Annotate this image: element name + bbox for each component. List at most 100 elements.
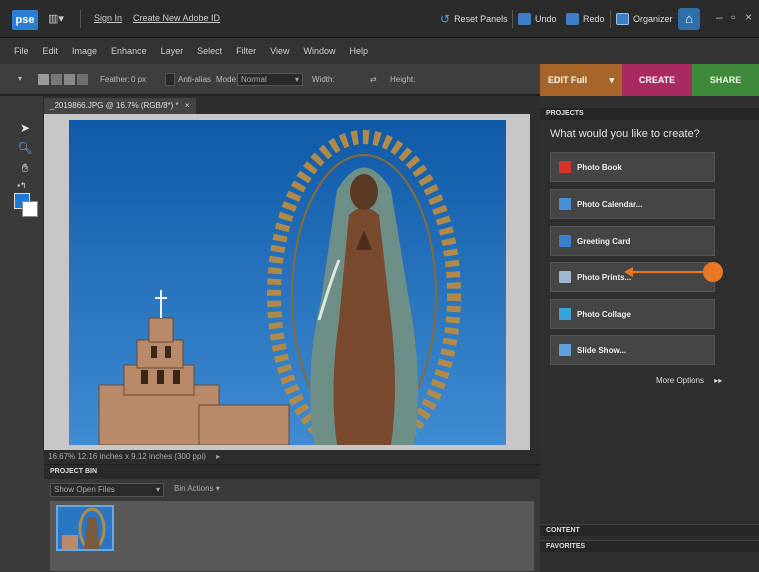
photo-calendar-button[interactable]: Photo Calendar...: [550, 189, 715, 219]
options-chevron-icon[interactable]: ▾: [18, 74, 22, 83]
slideshow-icon: [559, 344, 571, 356]
toolbox: ➤ 🔍︎ ✋︎ ▪↰: [0, 96, 44, 452]
tab-share[interactable]: SHARE: [692, 64, 759, 96]
chevron-down-icon: ▾: [294, 75, 299, 84]
divider: [610, 10, 611, 28]
document-title: _2019866.JPG @ 16.7% (RGB/8*) *: [50, 101, 179, 110]
project-bin-header: PROJECT BIN: [44, 465, 540, 479]
background-color-swatch[interactable]: [22, 201, 38, 217]
organizer-button[interactable]: Organizer: [616, 11, 673, 27]
feather-value[interactable]: 0 px: [131, 75, 146, 84]
intersect-selection-icon[interactable]: [77, 74, 88, 85]
chevron-down-icon: ▾: [215, 484, 220, 493]
close-tab-icon[interactable]: ×: [185, 101, 190, 110]
menu-filter[interactable]: Filter: [236, 46, 256, 56]
hand-tool-icon[interactable]: ✋︎: [17, 160, 33, 176]
status-arrow-icon[interactable]: ▸: [216, 452, 220, 461]
feather-label: Feather:: [100, 75, 130, 84]
photo-book-button[interactable]: Photo Book: [550, 152, 715, 182]
bin-thumbnail-area: [50, 501, 534, 571]
reset-panels-button[interactable]: ↺ Reset Panels: [440, 11, 508, 27]
callout-dot: [703, 262, 723, 282]
menu-select[interactable]: Select: [197, 46, 222, 56]
photo-calendar-label: Photo Calendar...: [577, 199, 643, 209]
more-options-label: More Options: [656, 376, 705, 385]
menu-edit[interactable]: Edit: [43, 46, 59, 56]
menu-image[interactable]: Image: [72, 46, 97, 56]
slide-show-button[interactable]: Slide Show...: [550, 335, 715, 365]
undo-button[interactable]: Undo: [518, 11, 557, 27]
create-adobe-id-link[interactable]: Create New Adobe ID: [133, 13, 220, 23]
mode-value: Normal: [241, 75, 267, 84]
chevron-down-icon: ▾: [609, 74, 614, 85]
tab-edit-label: EDIT Full: [548, 75, 587, 85]
app-logo: pse: [12, 10, 38, 30]
width-label: Width:: [312, 75, 335, 84]
menu-view[interactable]: View: [270, 46, 289, 56]
greeting-card-label: Greeting Card: [577, 236, 631, 246]
thumbnail-image: [58, 507, 112, 549]
document-tab-bar: _2019866.JPG @ 16.7% (RGB/8*) * ×: [44, 96, 540, 114]
divider: [80, 10, 81, 28]
calendar-icon: [559, 198, 571, 210]
add-selection-icon[interactable]: [51, 74, 62, 85]
home-icon[interactable]: ⌂: [678, 8, 700, 30]
mode-label: Mode:: [216, 75, 239, 84]
redo-button[interactable]: Redo: [566, 11, 605, 27]
sign-in-link[interactable]: Sign In: [94, 13, 122, 23]
callout-line: [630, 271, 706, 273]
project-bin: PROJECT BIN Show Open Files ▾ Bin Action…: [44, 464, 540, 572]
bin-actions-label: Bin Actions: [174, 484, 214, 493]
redo-label: Redo: [583, 14, 605, 24]
tab-edit[interactable]: EDIT Full ▾: [540, 64, 622, 96]
menu-layer[interactable]: Layer: [161, 46, 184, 56]
document-tab[interactable]: _2019866.JPG @ 16.7% (RGB/8*) * ×: [44, 98, 196, 114]
content-panel-header[interactable]: CONTENT: [540, 524, 759, 536]
mode-tabs: EDIT Full ▾ CREATE SHARE: [540, 64, 759, 96]
mode-select[interactable]: Normal ▾: [237, 73, 303, 86]
chevron-down-icon: ▾: [155, 485, 160, 494]
zoom-and-size-readout: 16.67% 12.16 inches x 9.12 inches (300 p…: [48, 452, 206, 461]
menu-enhance[interactable]: Enhance: [111, 46, 147, 56]
undo-icon: [518, 13, 531, 25]
tab-create[interactable]: CREATE: [622, 64, 692, 96]
greeting-card-icon: [559, 235, 571, 247]
workspace-menu-icon[interactable]: ▥▾: [48, 12, 70, 26]
title-bar: pse ▥▾ Sign In Create New Adobe ID ↺ Res…: [0, 0, 759, 38]
close-icon[interactable]: ×: [745, 10, 752, 24]
organizer-label: Organizer: [633, 14, 673, 24]
photo-collage-button[interactable]: Photo Collage: [550, 299, 715, 329]
swap-dimensions-icon[interactable]: ⇄: [370, 75, 377, 84]
zoom-tool-icon[interactable]: 🔍︎: [17, 140, 33, 156]
move-tool-icon[interactable]: ➤: [17, 120, 33, 136]
show-files-value: Show Open Files: [54, 485, 115, 494]
reset-icon: ↺: [440, 12, 451, 26]
menu-bar: File Edit Image Enhance Layer Select Fil…: [0, 38, 759, 64]
bin-actions-menu[interactable]: Bin Actions ▾: [174, 484, 220, 493]
height-label: Height:: [390, 75, 416, 84]
more-options-link[interactable]: More Options ▸▸: [656, 376, 722, 385]
redo-icon: [566, 13, 579, 25]
menu-file[interactable]: File: [14, 46, 29, 56]
minimize-icon[interactable]: –: [716, 10, 723, 24]
restore-icon[interactable]: ▫: [731, 10, 735, 24]
new-selection-icon[interactable]: [38, 74, 49, 85]
vertical-scrollbar[interactable]: [530, 114, 540, 450]
slide-show-label: Slide Show...: [577, 345, 627, 355]
menu-window[interactable]: Window: [303, 46, 335, 56]
divider: [512, 10, 513, 28]
favorites-panel-header[interactable]: FAVORITES: [540, 540, 759, 552]
tool-options-bar: ▾ Feather: 0 px Anti-alias Mode: Normal …: [0, 64, 540, 96]
menu-help[interactable]: Help: [349, 46, 368, 56]
show-files-select[interactable]: Show Open Files ▾: [50, 483, 164, 497]
swap-colors-icon[interactable]: ▪↰: [14, 178, 30, 194]
organizer-icon: [616, 13, 629, 25]
subtract-selection-icon[interactable]: [64, 74, 75, 85]
collage-icon: [559, 308, 571, 320]
undo-label: Undo: [535, 14, 557, 24]
projects-panel: PROJECTS What would you like to create? …: [540, 96, 759, 572]
greeting-card-button[interactable]: Greeting Card: [550, 226, 715, 256]
bin-thumbnail[interactable]: [56, 505, 114, 551]
photo-collage-label: Photo Collage: [577, 309, 631, 319]
antialias-checkbox[interactable]: [165, 73, 175, 86]
